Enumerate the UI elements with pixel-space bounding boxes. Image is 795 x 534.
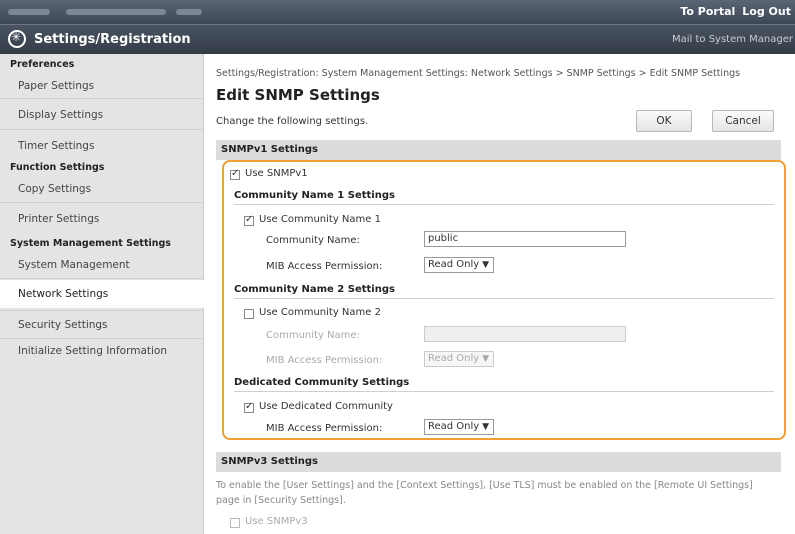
- use-community-name-1-checkbox[interactable]: [244, 214, 254, 226]
- page-title: Edit SNMP Settings: [216, 86, 380, 104]
- mib-access-permission-1-value: Read Only: [428, 259, 480, 270]
- app-title: Settings/Registration: [34, 32, 191, 47]
- sidebar-item-security-settings[interactable]: Security Settings: [0, 312, 204, 338]
- chevron-down-icon: ▼: [482, 260, 489, 270]
- cancel-button[interactable]: Cancel: [712, 110, 774, 132]
- breadcrumb: Settings/Registration: System Management…: [216, 68, 741, 79]
- snmpv3-section-header: SNMPv3 Settings: [216, 452, 781, 472]
- mib-access-permission-2-value: Read Only: [428, 353, 480, 364]
- use-community-name-1-label: Use Community Name 1: [259, 214, 381, 225]
- logout-link[interactable]: Log Out: [742, 5, 791, 18]
- snmpv1-highlight-frame: [222, 160, 786, 440]
- mib-access-permission-1-select[interactable]: Read Only ▼: [424, 257, 494, 273]
- title-bar: Settings/Registration Mail to System Man…: [0, 24, 795, 54]
- mib-access-permission-1-label: MIB Access Permission:: [266, 261, 383, 272]
- to-portal-link[interactable]: To Portal: [680, 5, 735, 18]
- mib-access-permission-dedicated-select[interactable]: Read Only ▼: [424, 419, 494, 435]
- sidebar: Preferences Paper Settings Display Setti…: [0, 54, 204, 534]
- sidebar-divider: [0, 310, 204, 311]
- community-name-2-label: Community Name:: [266, 330, 360, 341]
- mib-access-permission-dedicated-value: Read Only: [428, 421, 480, 432]
- sidebar-item-display-settings[interactable]: Display Settings: [0, 102, 204, 128]
- sidebar-group-system-management-settings: System Management Settings: [10, 238, 171, 249]
- ok-button[interactable]: OK: [636, 110, 692, 132]
- settings-logo-icon: [8, 30, 26, 48]
- top-links: To Portal Log Out: [673, 5, 791, 18]
- chevron-down-icon: ▼: [482, 422, 489, 432]
- use-community-name-2-checkbox[interactable]: [244, 309, 254, 319]
- sidebar-item-timer-settings[interactable]: Timer Settings: [0, 133, 204, 159]
- use-community-name-2-label: Use Community Name 2: [259, 307, 381, 318]
- use-dedicated-community-label: Use Dedicated Community: [259, 401, 393, 412]
- snmpv1-section-header: SNMPv1 Settings: [216, 140, 781, 160]
- use-snmpv1-label: Use SNMPv1: [245, 168, 308, 179]
- blurred-device-model-suffix: [176, 9, 202, 15]
- community-name-1-input[interactable]: public: [424, 231, 626, 247]
- chevron-down-icon: ▼: [482, 354, 489, 364]
- use-snmpv3-label: Use SNMPv3: [245, 516, 308, 527]
- sidebar-divider: [0, 202, 204, 203]
- mail-to-system-manager-link[interactable]: Mail to System Manager: [672, 34, 793, 45]
- sidebar-divider: [0, 129, 204, 130]
- sidebar-item-copy-settings[interactable]: Copy Settings: [0, 176, 204, 202]
- use-snmpv1-checkbox[interactable]: [230, 168, 240, 180]
- blurred-device-name: [8, 9, 50, 15]
- sidebar-group-function-settings: Function Settings: [10, 162, 105, 173]
- sidebar-group-preferences: Preferences: [10, 59, 75, 70]
- community-name-2-heading: Community Name 2 Settings: [234, 284, 395, 295]
- sidebar-item-system-management[interactable]: System Management: [0, 252, 204, 278]
- use-dedicated-community-checkbox[interactable]: [244, 401, 254, 413]
- mib-access-permission-dedicated-label: MIB Access Permission:: [266, 423, 383, 434]
- sidebar-item-initialize-setting-information[interactable]: Initialize Setting Information: [0, 338, 204, 364]
- mib-access-permission-2-label: MIB Access Permission:: [266, 355, 383, 366]
- top-bar: To Portal Log Out: [0, 0, 795, 24]
- divider: [234, 391, 774, 392]
- use-snmpv3-checkbox[interactable]: [230, 518, 240, 528]
- mib-access-permission-2-select[interactable]: Read Only ▼: [424, 351, 494, 367]
- snmpv3-note: To enable the [User Settings] and the [C…: [216, 480, 753, 506]
- blurred-device-model: [66, 9, 166, 15]
- community-name-1-label: Community Name:: [266, 235, 360, 246]
- divider: [234, 298, 774, 299]
- sidebar-divider: [0, 98, 204, 99]
- sidebar-divider: [0, 278, 204, 279]
- instruction-text: Change the following settings.: [216, 116, 369, 127]
- dedicated-community-heading: Dedicated Community Settings: [234, 377, 410, 388]
- community-name-2-input[interactable]: [424, 326, 626, 342]
- community-name-1-heading: Community Name 1 Settings: [234, 190, 395, 201]
- sidebar-item-paper-settings[interactable]: Paper Settings: [0, 73, 204, 99]
- sidebar-item-network-settings[interactable]: Network Settings: [0, 280, 204, 308]
- sidebar-item-printer-settings[interactable]: Printer Settings: [0, 206, 204, 232]
- divider: [234, 204, 774, 205]
